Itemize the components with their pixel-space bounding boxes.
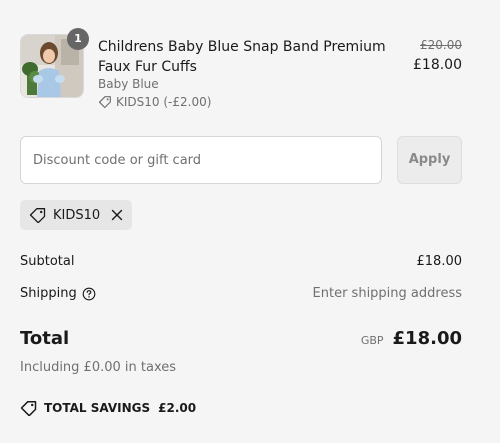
applied-discount-chip: KIDS10 <box>20 200 133 230</box>
remove-discount-button[interactable] <box>110 208 124 222</box>
tag-icon <box>98 95 112 109</box>
subtotal-row: Subtotal £18.00 <box>20 254 462 269</box>
product-thumbnail-wrapper: 1 <box>20 28 89 98</box>
help-icon[interactable] <box>82 287 96 301</box>
shipping-row: Shipping Enter shipping address <box>20 286 462 301</box>
savings-label: TOTAL SAVINGS <box>44 401 151 415</box>
taxes-note: Including £0.00 in taxes <box>20 360 177 375</box>
total-savings: TOTAL SAVINGS £2.00 <box>20 400 196 416</box>
shipping-label: Shipping <box>20 286 77 301</box>
quantity-badge: 1 <box>67 28 89 50</box>
total-label: Total <box>20 328 70 349</box>
product-discount: KIDS10 (-£2.00) <box>98 95 211 109</box>
total-amount-group: GBP £18.00 <box>361 328 462 349</box>
applied-code-label: KIDS10 <box>53 207 101 223</box>
apply-button[interactable]: Apply <box>397 136 462 184</box>
savings-value: £2.00 <box>158 401 197 415</box>
product-price: £18.00 <box>413 57 462 73</box>
shipping-value: Enter shipping address <box>312 286 462 301</box>
line-item: 1 Childrens Baby Blue Snap Band Premium … <box>20 28 462 114</box>
subtotal-value: £18.00 <box>416 254 463 269</box>
discount-code-input[interactable] <box>20 136 382 184</box>
tag-icon <box>20 400 38 416</box>
product-discount-label: KIDS10 (-£2.00) <box>116 95 212 109</box>
total-row: Total GBP £18.00 <box>20 328 462 349</box>
subtotal-label: Subtotal <box>20 254 75 269</box>
tag-icon <box>29 207 47 223</box>
close-icon <box>111 209 123 221</box>
shipping-label-group: Shipping <box>20 286 96 301</box>
original-price: £20.00 <box>420 38 462 52</box>
product-variant: Baby Blue <box>98 77 159 91</box>
product-name: Childrens Baby Blue Snap Band Premium Fa… <box>98 39 386 75</box>
total-value: £18.00 <box>392 328 462 349</box>
currency-code: GBP <box>360 334 384 347</box>
